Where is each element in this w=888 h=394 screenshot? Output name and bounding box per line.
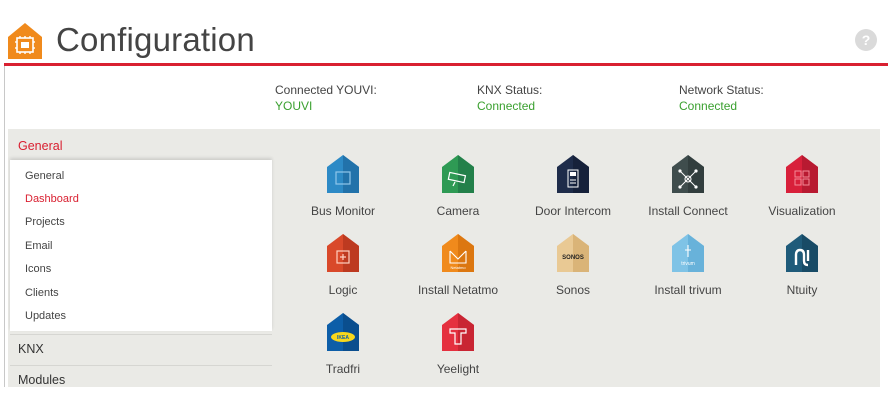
status-bar: Connected YOUVI: YOUVI KNX Status: Conne… <box>8 72 880 129</box>
network-status-label: Network Status: <box>679 83 764 97</box>
sidebar-item-dashboard[interactable]: Dashboard <box>25 193 79 205</box>
svg-text:IKEA: IKEA <box>337 335 349 341</box>
module-label: Install Connect <box>648 204 728 218</box>
sidebar-item-email[interactable]: Email <box>25 240 53 252</box>
sidebar-item-updates[interactable]: Updates <box>25 310 66 322</box>
sidebar-section-modules[interactable]: Modules <box>10 365 272 393</box>
yeelight-icon <box>442 313 474 351</box>
header-divider <box>4 63 888 66</box>
module-door-intercom[interactable]: Door Intercom <box>518 154 628 226</box>
svg-text:Netatmo: Netatmo <box>450 265 466 270</box>
logic-icon <box>327 234 359 272</box>
sidebar-section-knx[interactable]: KNX <box>10 334 272 362</box>
module-install-connect[interactable]: Install Connect <box>633 154 743 226</box>
youvi-status-label: Connected YOUVI: <box>275 83 377 97</box>
module-yeelight[interactable]: Yeelight <box>403 312 513 384</box>
ntuity-icon <box>786 234 818 272</box>
camera-icon <box>442 155 474 193</box>
help-icon[interactable]: ? <box>855 29 877 51</box>
knx-status-value: Connected <box>477 99 536 113</box>
module-ntuity[interactable]: Ntuity <box>747 233 857 305</box>
knx-status-label: KNX Status: <box>477 83 543 97</box>
sidebar-submenu: General Dashboard Projects Email Icons C… <box>10 160 272 331</box>
module-camera[interactable]: Camera <box>403 154 513 226</box>
trivum-icon: trivum <box>672 234 704 272</box>
tradfri-icon: IKEA <box>327 313 359 351</box>
configuration-logo-icon <box>8 23 42 59</box>
page-header: Configuration <box>4 4 888 64</box>
knx-status: KNX Status: Connected <box>477 83 542 113</box>
module-label: Visualization <box>768 204 836 218</box>
sidebar-item-icons[interactable]: Icons <box>25 263 51 275</box>
module-visualization[interactable]: Visualization <box>747 154 857 226</box>
sidebar-item-general[interactable]: General <box>25 170 64 182</box>
module-tradfri[interactable]: IKEA Tradfri <box>288 312 398 384</box>
network-status-value: Connected <box>679 99 738 113</box>
svg-text:SONOS: SONOS <box>562 255 584 261</box>
module-label: Sonos <box>555 283 591 297</box>
page-title: Configuration <box>56 21 255 58</box>
module-label: Yeelight <box>436 362 480 376</box>
module-sonos[interactable]: SONOS Sonos <box>518 233 628 305</box>
module-label: Bus Monitor <box>310 204 376 218</box>
module-label: Tradfri <box>325 362 361 376</box>
module-label: Install Netatmo <box>417 283 499 297</box>
module-install-trivum[interactable]: trivum Install trivum <box>633 233 743 305</box>
module-label: Ntuity <box>786 283 818 297</box>
svg-text:trivum: trivum <box>681 261 695 267</box>
module-label: Install trivum <box>654 283 722 297</box>
sonos-icon: SONOS <box>557 234 589 272</box>
module-install-netatmo[interactable]: Netatmo Install Netatmo <box>403 233 513 305</box>
module-bus-monitor[interactable]: Bus Monitor <box>288 154 398 226</box>
door-intercom-icon <box>557 155 589 193</box>
network-status: Network Status: Connected <box>679 83 764 113</box>
sidebar-section-general[interactable]: General <box>10 132 272 160</box>
youvi-status: Connected YOUVI: YOUVI <box>275 83 377 113</box>
module-label: Logic <box>328 283 358 297</box>
netatmo-icon: Netatmo <box>442 234 474 272</box>
visualization-icon <box>786 155 818 193</box>
install-connect-icon <box>672 155 704 193</box>
module-logic[interactable]: Logic <box>288 233 398 305</box>
youvi-status-value: YOUVI <box>275 99 313 113</box>
sidebar-item-clients[interactable]: Clients <box>25 287 59 299</box>
module-label: Camera <box>436 204 480 218</box>
bus-monitor-icon <box>327 155 359 193</box>
sidebar-item-projects[interactable]: Projects <box>25 216 65 228</box>
module-label: Door Intercom <box>534 204 612 218</box>
